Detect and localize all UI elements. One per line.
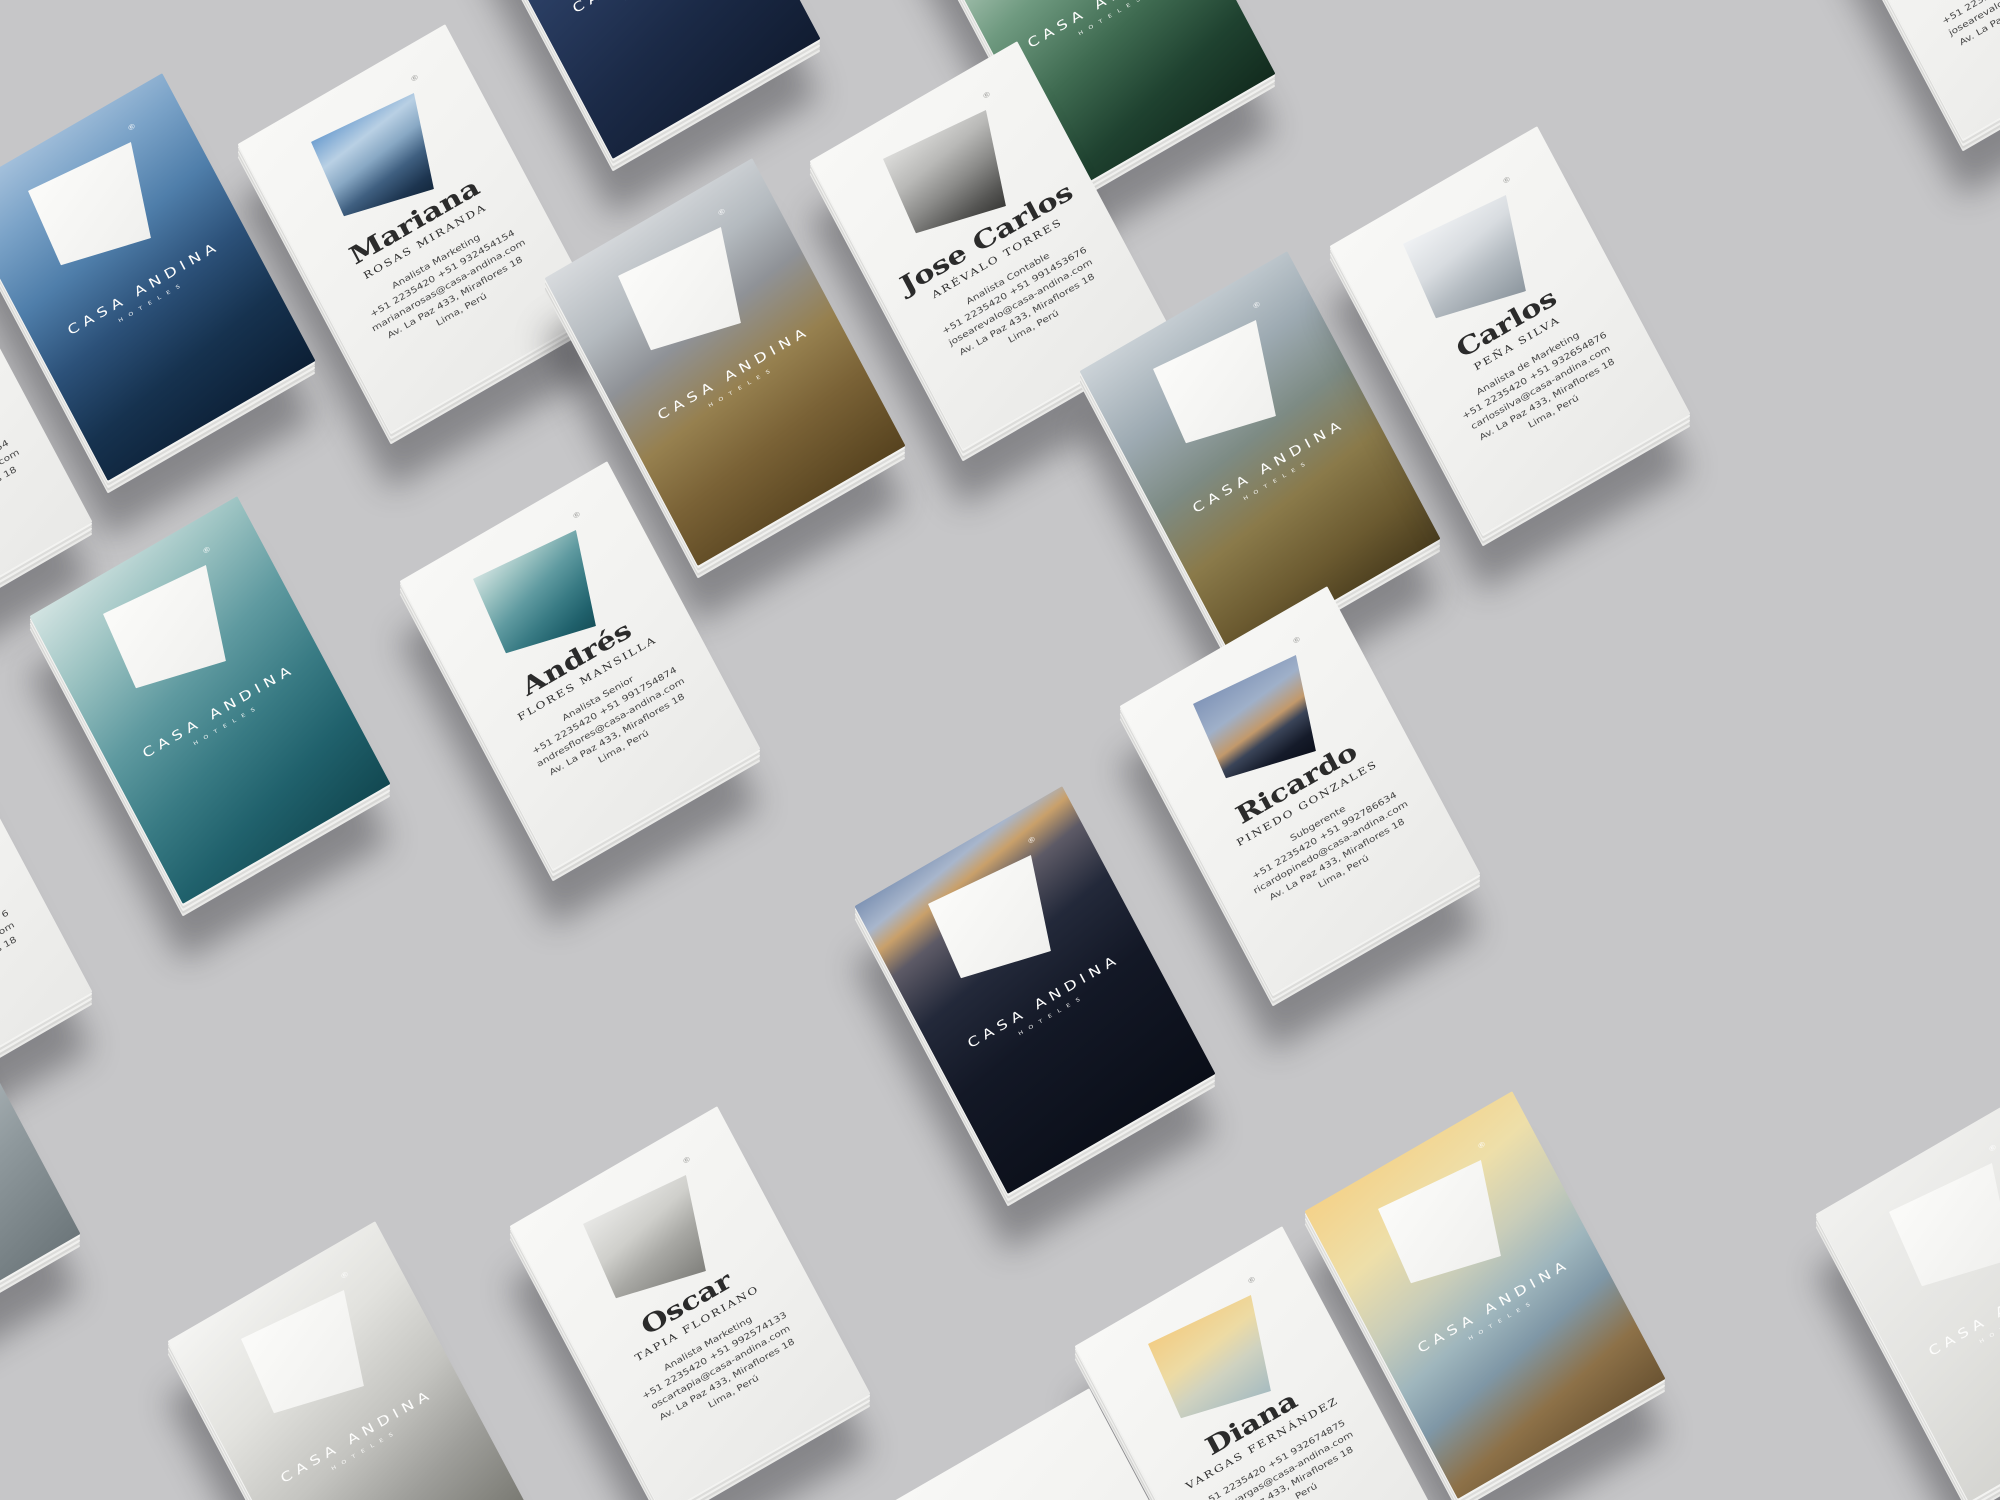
logo-mark	[23, 134, 175, 284]
card-stack: ® Jose Carlos ARÉVALO TORRES Analista Co…	[1810, 0, 2000, 139]
contact-lines: Analista Contable +51 2235420 +51 991453…	[1901, 0, 2000, 83]
logo-mark	[923, 847, 1075, 997]
registered-mark-icon: ®	[1251, 300, 1262, 311]
card-front: CASA ANDINA HOTELES	[0, 1095, 19, 1239]
logo-mark	[1884, 1155, 2000, 1305]
logo-mark	[1373, 1152, 1525, 1302]
card-back: Jose Carlos ARÉVALO TORRES Analista Cont…	[0, 831, 62, 1056]
contact-lines: Analista Marketing +51 2235420 +51 93245…	[0, 406, 62, 586]
business-card: ® Oscar TAPIA FLORIANO Analista Marketin…	[510, 1106, 871, 1500]
registered-mark-icon: ®	[981, 90, 992, 101]
business-card: ® CASA ANDINA HOTELES	[460, 0, 821, 159]
logo-mark	[98, 557, 250, 707]
card-stack: ® CASA ANDINA HOTELES	[168, 1221, 529, 1500]
registered-mark-icon: ®	[1476, 1140, 1487, 1151]
business-card: ® CASA ANDINA HOTELES	[1816, 1094, 2000, 1500]
registered-mark-icon: ®	[201, 545, 212, 556]
logo-mark	[1148, 312, 1300, 462]
business-card: ® Jose Carlos ARÉVALO TORRES Analista Co…	[0, 704, 92, 1112]
registered-mark-icon: ®	[339, 1270, 350, 1281]
business-card: ® CASA ANDINA HOTELES	[855, 786, 1216, 1194]
card-back: Mariana ROSAS MIRANDA Analista Marketing…	[0, 361, 62, 586]
card-back: Jose Carlos ARÉVALO TORRES Analista Cont…	[1877, 0, 2000, 83]
card-stack: ® CASA ANDINA HOTELES	[1816, 1094, 2000, 1500]
registered-mark-icon: ®	[1987, 1143, 1998, 1154]
registered-mark-icon: ®	[409, 73, 420, 84]
card-front: CASA ANDINA HOTELES	[539, 0, 759, 44]
registered-mark-icon: ®	[1246, 1275, 1257, 1286]
contact-lines: Analista Contable +51 2235420 +51 991453…	[0, 876, 62, 1056]
card-stack: ® CASA ANDINA HOTELES	[460, 0, 821, 159]
logo-mark	[613, 219, 765, 369]
logo-mark	[236, 1282, 388, 1432]
card-stack: ® Oscar TAPIA FLORIANO Analista Marketin…	[510, 1106, 871, 1500]
business-card: ® CASA ANDINA HOTELES	[30, 496, 391, 904]
mockup-scene: ® CASA ANDINA HOTELES ® CASA ANDINA HOTE…	[0, 0, 2000, 1500]
card-stack: ® CASA ANDINA HOTELES	[30, 496, 391, 904]
business-card: ® CASA ANDINA HOTELES	[168, 1221, 529, 1500]
registered-mark-icon: ®	[126, 122, 137, 133]
registered-mark-icon: ®	[1026, 835, 1037, 846]
registered-mark-icon: ®	[716, 207, 727, 218]
business-card: ® Jose Carlos ARÉVALO TORRES Analista Co…	[1810, 0, 2000, 139]
brand-subtitle: HOTELES	[0, 1114, 19, 1239]
business-card: ® Ricardo PINEDO GONZALES Subgerente +51…	[1120, 586, 1481, 994]
card-stack: ® Jose Carlos ARÉVALO TORRES Analista Co…	[0, 704, 92, 1112]
registered-mark-icon: ®	[1501, 175, 1512, 186]
card-stack: ® CASA ANDINA HOTELES	[855, 786, 1216, 1194]
registered-mark-icon: ®	[681, 1155, 692, 1166]
registered-mark-icon: ®	[1291, 635, 1302, 646]
registered-mark-icon: ®	[571, 510, 582, 521]
card-stack: ® Ricardo PINEDO GONZALES Subgerente +51…	[1120, 586, 1481, 994]
